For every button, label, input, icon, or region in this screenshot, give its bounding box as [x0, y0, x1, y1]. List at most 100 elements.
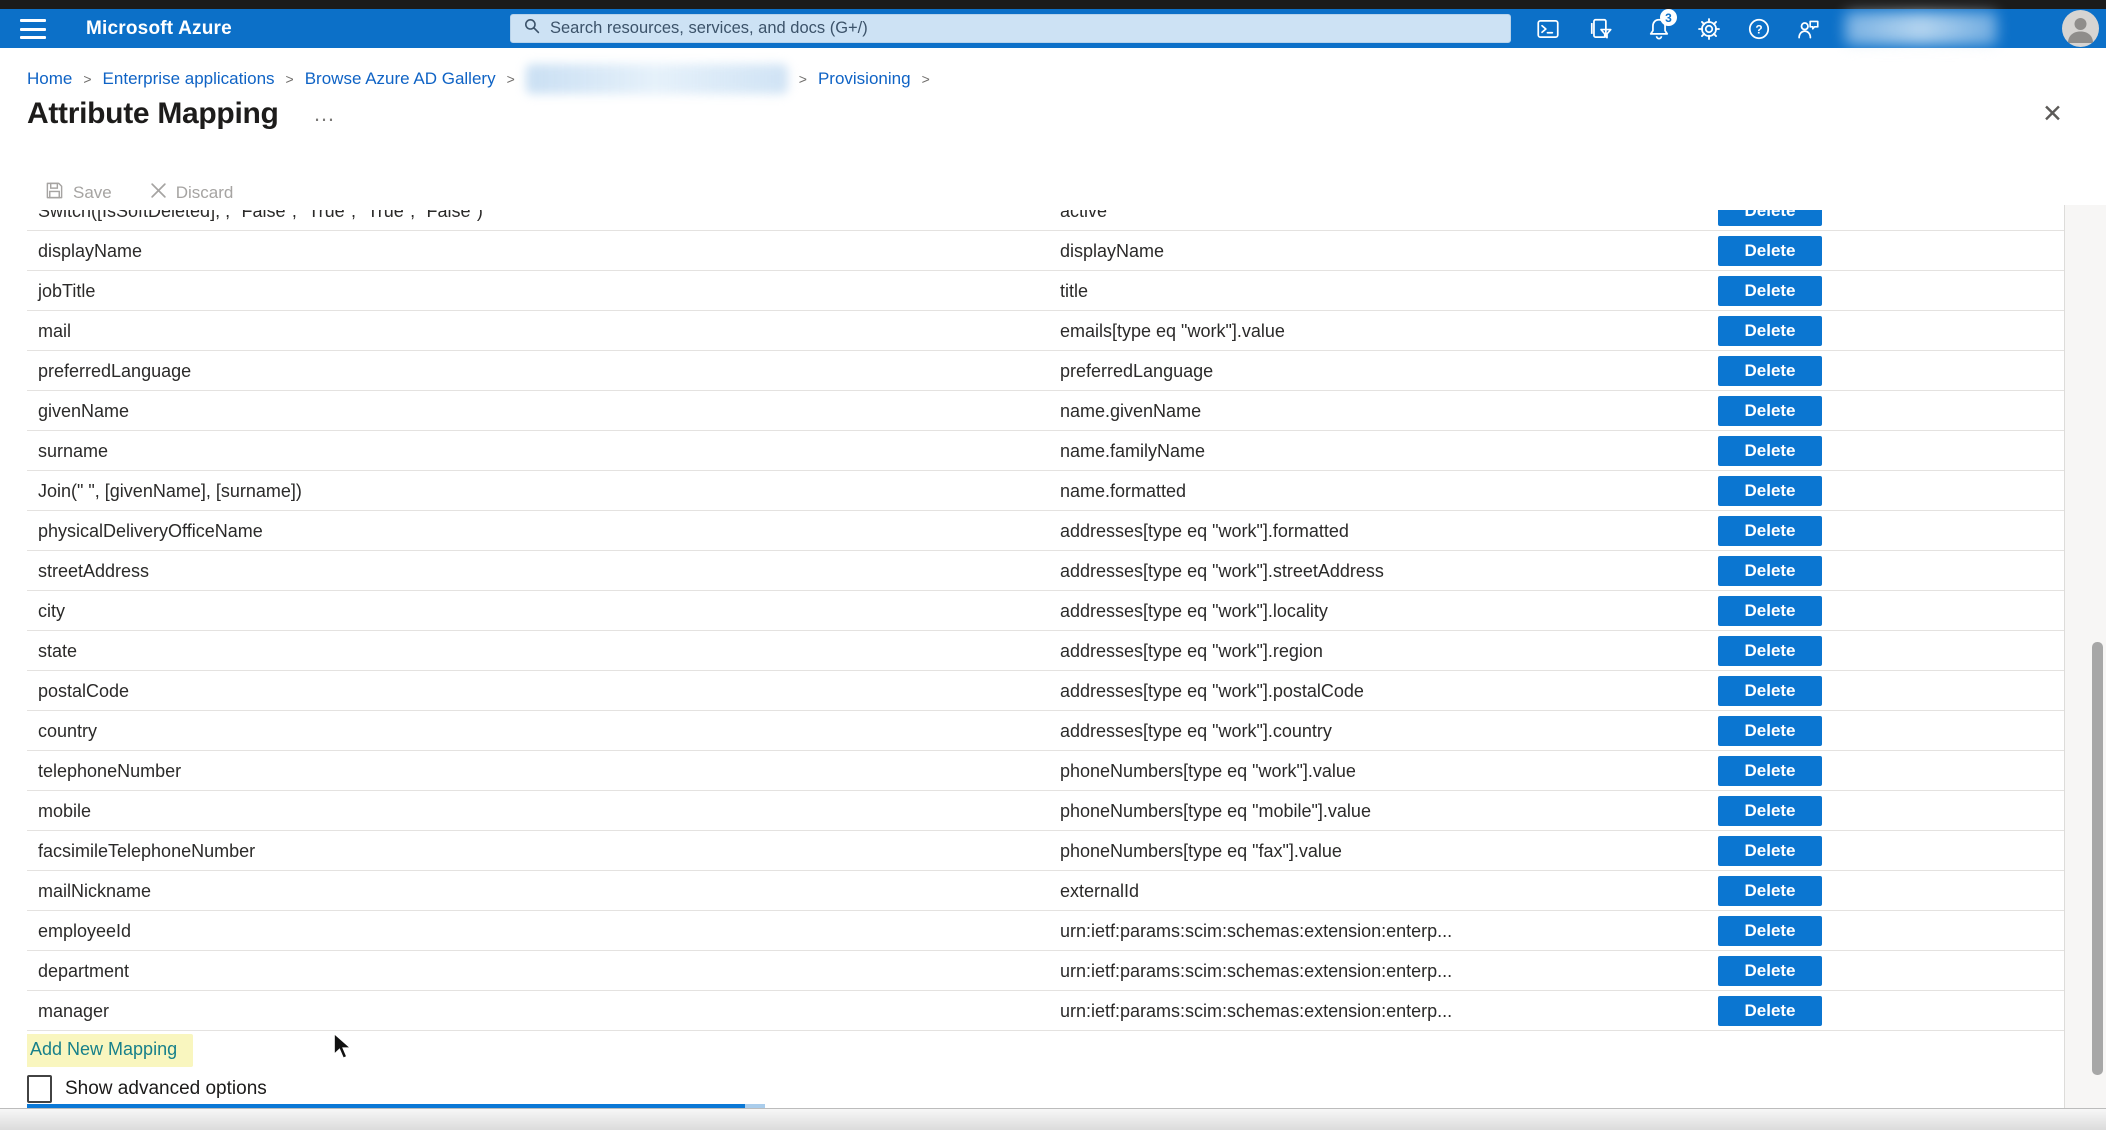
notifications-bell-icon[interactable]: 3	[1643, 13, 1675, 45]
target-attribute: addresses[type eq "work"].country	[1060, 711, 1332, 751]
delete-button[interactable]: Delete	[1718, 956, 1822, 986]
target-attribute: name.givenName	[1060, 391, 1201, 431]
source-attribute: state	[38, 631, 77, 671]
help-icon[interactable]: ?	[1743, 13, 1775, 45]
delete-button[interactable]: Delete	[1718, 516, 1822, 546]
command-bar: Save Discard	[45, 181, 233, 205]
svg-text:?: ?	[1755, 23, 1762, 37]
source-attribute: country	[38, 711, 97, 751]
bottom-status-strip	[0, 1108, 2106, 1130]
hamburger-menu-icon[interactable]	[16, 18, 50, 40]
delete-button[interactable]: Delete	[1718, 756, 1822, 786]
delete-button[interactable]: Delete	[1718, 396, 1822, 426]
azure-portal-attribute-mapping: { "topbar": { "brand": "Microsoft Azure"…	[0, 0, 2106, 1130]
delete-button[interactable]: Delete	[1718, 236, 1822, 266]
add-new-mapping-link[interactable]: Add New Mapping	[30, 1039, 177, 1059]
source-attribute: mail	[38, 311, 71, 351]
table-row: employeeIdurn:ietf:params:scim:schemas:e…	[27, 911, 2064, 951]
mouse-cursor	[330, 1032, 356, 1065]
delete-button[interactable]: Delete	[1718, 276, 1822, 306]
table-row: cityaddresses[type eq "work"].localityDe…	[27, 591, 2064, 631]
delete-button[interactable]: Delete	[1718, 436, 1822, 466]
target-attribute: phoneNumbers[type eq "mobile"].value	[1060, 791, 1371, 831]
delete-button[interactable]: Delete	[1718, 996, 1822, 1026]
show-advanced-options-row: Show advanced options	[27, 1075, 2064, 1103]
source-attribute: mailNickname	[38, 871, 151, 911]
target-attribute: phoneNumbers[type eq "work"].value	[1060, 751, 1356, 791]
directory-filter-icon[interactable]	[1585, 13, 1617, 45]
source-attribute: surname	[38, 431, 108, 471]
azure-top-bar: Microsoft Azure Search resources, servic…	[0, 9, 2106, 48]
avatar[interactable]	[2062, 10, 2099, 47]
source-attribute: employeeId	[38, 911, 131, 951]
global-search-input[interactable]: Search resources, services, and docs (G+…	[510, 14, 1511, 43]
delete-button[interactable]: Delete	[1718, 796, 1822, 826]
source-attribute: department	[38, 951, 129, 991]
target-attribute: emails[type eq "work"].value	[1060, 311, 1285, 351]
table-row: facsimileTelephoneNumberphoneNumbers[typ…	[27, 831, 2064, 871]
cloud-shell-icon[interactable]	[1532, 13, 1564, 45]
vertical-scrollbar[interactable]	[2092, 642, 2103, 1075]
page-title: Attribute Mapping	[27, 97, 279, 131]
source-attribute: mobile	[38, 791, 91, 831]
discard-button[interactable]: Discard	[150, 182, 234, 204]
delete-button[interactable]: Delete	[1718, 716, 1822, 746]
table-row: streetAddressaddresses[type eq "work"].s…	[27, 551, 2064, 591]
show-advanced-checkbox[interactable]	[27, 1075, 52, 1103]
target-attribute: name.formatted	[1060, 471, 1186, 511]
add-new-mapping-highlight: Add New Mapping	[27, 1034, 193, 1067]
delete-button[interactable]: Delete	[1718, 476, 1822, 506]
delete-button[interactable]: Delete	[1718, 356, 1822, 386]
source-attribute: city	[38, 591, 65, 631]
breadcrumb-enterprise-applications[interactable]: Enterprise applications	[103, 69, 275, 89]
breadcrumb-chevron-icon: >	[922, 71, 930, 87]
source-attribute: givenName	[38, 391, 129, 431]
close-icon[interactable]: ✕	[2042, 99, 2063, 129]
source-attribute: facsimileTelephoneNumber	[38, 831, 255, 871]
source-attribute: preferredLanguage	[38, 351, 191, 391]
brand-title[interactable]: Microsoft Azure	[86, 9, 232, 48]
delete-button[interactable]: Delete	[1718, 676, 1822, 706]
source-attribute: Switch([IsSoftDeleted], , "False", "True…	[38, 210, 483, 231]
breadcrumb-browse-gallery[interactable]: Browse Azure AD Gallery	[305, 69, 496, 89]
table-row: mailNicknameexternalIdDelete	[27, 871, 2064, 911]
breadcrumb-chevron-icon: >	[799, 71, 807, 87]
breadcrumb-app-name-redacted[interactable]	[526, 64, 788, 94]
more-options-icon[interactable]: …	[313, 101, 337, 127]
delete-button[interactable]: Delete	[1718, 210, 1822, 226]
delete-button[interactable]: Delete	[1718, 916, 1822, 946]
account-name-redacted	[1845, 12, 1997, 45]
delete-button[interactable]: Delete	[1718, 836, 1822, 866]
source-attribute: postalCode	[38, 671, 129, 711]
attribute-mapping-table: Switch([IsSoftDeleted], , "False", "True…	[27, 210, 2064, 1108]
source-attribute: streetAddress	[38, 551, 149, 591]
target-attribute: addresses[type eq "work"].formatted	[1060, 511, 1349, 551]
feedback-icon[interactable]	[1792, 13, 1824, 45]
target-attribute: addresses[type eq "work"].postalCode	[1060, 671, 1364, 711]
delete-button[interactable]: Delete	[1718, 876, 1822, 906]
table-row: surnamename.familyNameDelete	[27, 431, 2064, 471]
delete-button[interactable]: Delete	[1718, 316, 1822, 346]
table-row: displayNamedisplayNameDelete	[27, 231, 2064, 271]
settings-gear-icon[interactable]	[1693, 13, 1725, 45]
breadcrumb: Home > Enterprise applications > Browse …	[27, 64, 941, 94]
breadcrumb-provisioning[interactable]: Provisioning	[818, 69, 911, 89]
breadcrumb-home[interactable]: Home	[27, 69, 72, 89]
delete-button[interactable]: Delete	[1718, 636, 1822, 666]
table-row: telephoneNumberphoneNumbers[type eq "wor…	[27, 751, 2064, 791]
table-row: Join(" ", [givenName], [surname]) name.fo…	[27, 471, 2064, 511]
table-row: givenName name.givenName Delete	[27, 391, 2064, 431]
target-attribute: urn:ietf:params:scim:schemas:extension:e…	[1060, 991, 1452, 1031]
mapping-rows: displayNamedisplayNameDeletejobTitletitl…	[27, 231, 2064, 1031]
target-attribute: displayName	[1060, 231, 1164, 271]
save-button[interactable]: Save	[45, 181, 112, 205]
screen-top-strip	[0, 0, 2106, 9]
source-attribute: Join(" ", [givenName], [surname])	[38, 471, 302, 511]
table-row: country addresses[type eq "work"].country…	[27, 711, 2064, 751]
search-placeholder: Search resources, services, and docs (G+…	[550, 19, 868, 38]
source-attribute: manager	[38, 991, 109, 1031]
table-row: manager urn:ietf:params:scim:schemas:exte…	[27, 991, 2064, 1031]
delete-button[interactable]: Delete	[1718, 596, 1822, 626]
delete-button[interactable]: Delete	[1718, 556, 1822, 586]
save-icon	[45, 181, 64, 205]
